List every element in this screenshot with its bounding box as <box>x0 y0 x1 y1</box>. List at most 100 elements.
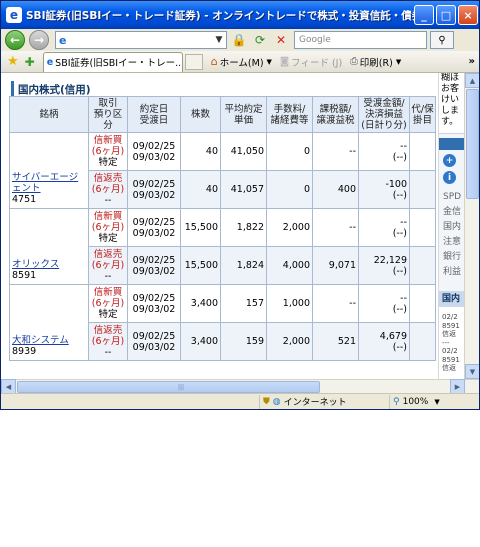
stock-name-link[interactable]: 大和システム <box>12 335 86 346</box>
sidebar-tab[interactable]: 国内 <box>439 291 464 307</box>
info-circle-icon[interactable]: i <box>443 171 456 184</box>
settle-cell: -100 (--) <box>358 170 410 209</box>
sidebar-header-bar <box>439 138 464 150</box>
orders-table: 銘柄 取引 預り区分 約定日 受渡日 株数 平均約定 単価 手数料/ 諸経費等 … <box>9 96 436 361</box>
tab-page-icon: e <box>46 56 54 68</box>
chevron-down-icon[interactable]: ▼ <box>396 58 401 66</box>
main-panel: 国内株式(信用) 銘柄 取引 預り区分 約定日 受渡日 株数 平均約定 単価 手… <box>6 73 436 379</box>
zoom-control[interactable]: ⚲ 100% ▼ <box>389 394 477 409</box>
tax-cell: -- <box>312 132 359 171</box>
col-header-tax: 課税額/ 譲渡益税 <box>312 96 359 133</box>
back-button[interactable]: ← <box>5 30 25 50</box>
home-icon: ⌂ <box>210 55 218 68</box>
price-cell: 41,050 <box>220 132 267 171</box>
maximize-button[interactable]: □ <box>436 5 456 25</box>
tab-active[interactable]: e SBI証券(旧SBIイー・トレー... <box>42 51 183 72</box>
trade-type: 信新買(6ヶ月) <box>91 135 125 157</box>
horizontal-scroll-thumb[interactable]: ||| <box>17 381 320 393</box>
lock-icon[interactable]: 🔒 <box>230 31 248 49</box>
search-input[interactable]: Google <box>294 31 427 49</box>
title-bar[interactable]: e SBI証券(旧SBIイー・トレード証券) - オンライントレードで株式・投資… <box>1 1 479 29</box>
status-text <box>1 395 259 409</box>
stock-name-cell: オリックス 8591 <box>9 208 89 285</box>
stock-code: 8591 <box>12 270 37 281</box>
col-header-kubun: 取引 預り区分 <box>88 96 128 133</box>
chevron-down-icon[interactable]: ▼ <box>434 398 439 406</box>
home-label: ホーム(M) <box>219 57 264 69</box>
col-header-agent: 代/保 掛目 <box>409 96 436 133</box>
plus-circle-icon[interactable]: + <box>443 154 456 167</box>
browser-window: e SBI証券(旧SBIイー・トレード証券) - オンライントレードで株式・投資… <box>0 0 480 410</box>
add-favorite-icon[interactable]: ✚ <box>25 55 35 69</box>
col-header-settle: 受渡金額/ 決済損益 (日計り分) <box>358 96 410 133</box>
close-button[interactable]: × <box>458 5 478 25</box>
trade-date: 09/02/25 <box>132 292 176 304</box>
shield-icon: ⛊ <box>263 396 270 407</box>
globe-icon: ◍ <box>272 396 281 407</box>
settle-date: 09/03/02 <box>132 303 176 315</box>
forward-button[interactable]: → <box>29 30 49 50</box>
feed-button[interactable]: ◙ フィード (J) <box>280 55 342 69</box>
scroll-right-icon[interactable]: ▶ <box>450 379 465 394</box>
agent-cell <box>409 322 436 361</box>
table-row: 大和システム 8939 信新買(6ヶ月) 特定 09/02/25 09/03/0… <box>9 284 436 361</box>
stock-name-cell: 大和システム 8939 <box>9 284 89 361</box>
favorites-star-icon[interactable]: ★ <box>7 54 19 69</box>
minimize-button[interactable]: _ <box>414 5 434 25</box>
sidebar-notice-text: 糊ほ お客 けい しま す。 <box>441 73 460 127</box>
forward-arrow-icon: → <box>33 33 45 47</box>
settle-pl: (--) <box>392 341 407 353</box>
trade-type-cell: 信新買(6ヶ月) 特定 <box>88 132 128 171</box>
zoom-level: 100% <box>402 396 429 407</box>
page-icon: e <box>59 33 67 47</box>
tab-label: SBI証券(旧SBIイー・トレー... <box>55 58 183 69</box>
fee-cell: 1,000 <box>266 284 313 323</box>
scroll-left-icon[interactable]: ◀ <box>1 379 16 394</box>
print-button[interactable]: ⎙ 印刷(R) ▼ <box>350 55 401 69</box>
qty-cell: 15,500 <box>180 246 221 285</box>
horizontal-scrollbar[interactable]: ◀ ||| ▶ <box>1 379 479 394</box>
refresh-icon[interactable]: ⟳ <box>251 31 269 49</box>
col-header-dates: 約定日 受渡日 <box>127 96 181 133</box>
trade-date: 09/02/25 <box>132 330 176 342</box>
qty-cell: 40 <box>180 132 221 171</box>
settle-amount: -- <box>400 140 407 152</box>
col-header-price: 平均約定 単価 <box>220 96 267 133</box>
page-content: 国内株式(信用) 銘柄 取引 預り区分 約定日 受渡日 株数 平均約定 単価 手… <box>1 73 479 379</box>
col-header-name: 銘柄 <box>9 96 89 133</box>
qty-cell: 15,500 <box>180 208 221 247</box>
chevron-down-icon[interactable]: ▼ <box>267 58 272 66</box>
sidebar-panel: + i SPD 金信 国内 注意 銀行 利益 <box>439 133 464 291</box>
search-button[interactable]: ⚲ <box>430 31 454 49</box>
trade-type-cell: 信返売(6ヶ月) -- <box>88 170 128 209</box>
scroll-up-icon[interactable]: ▲ <box>465 73 479 88</box>
sidebar-list-text[interactable]: SPD 金信 国内 注意 銀行 利益 <box>443 190 461 280</box>
stock-name-link[interactable]: オリックス <box>12 259 86 270</box>
print-label: 印刷(R) <box>359 57 393 69</box>
fee-cell: 0 <box>266 170 313 209</box>
tax-cell: 9,071 <box>312 246 359 285</box>
stock-name-link[interactable]: サイバーエージェント <box>12 172 86 194</box>
settle-cell: -- (--) <box>358 132 410 171</box>
stock-code: 8939 <box>12 346 37 357</box>
dates-cell: 09/02/25 09/03/02 <box>127 132 181 171</box>
home-button[interactable]: ⌂ ホーム(M) ▼ <box>211 55 272 69</box>
table-header-row: 銘柄 取引 預り区分 約定日 受渡日 株数 平均約定 単価 手数料/ 諸経費等 … <box>9 96 436 133</box>
stock-code: 4751 <box>12 194 37 205</box>
account-type: -- <box>104 347 112 358</box>
address-bar[interactable]: e ▼ <box>55 31 227 49</box>
scroll-down-icon[interactable]: ▼ <box>465 364 479 379</box>
account-type: 特定 <box>98 309 118 320</box>
settle-pl: (--) <box>392 151 407 163</box>
settle-pl: (--) <box>392 189 407 201</box>
vertical-scroll-thumb[interactable] <box>466 89 479 199</box>
more-tools-button[interactable]: » <box>469 56 475 67</box>
chevron-down-icon[interactable]: ▼ <box>212 32 226 48</box>
stop-icon[interactable]: ✕ <box>272 31 290 49</box>
security-zone[interactable]: ⛊ ◍ インターネット <box>259 394 389 409</box>
feed-label: フィード (J) <box>291 57 343 69</box>
col-header-qty: 株数 <box>180 96 221 133</box>
vertical-scrollbar[interactable]: ▲ ▼ <box>464 73 479 379</box>
feed-icon: ◙ <box>279 56 290 67</box>
new-tab-button[interactable] <box>184 53 203 70</box>
